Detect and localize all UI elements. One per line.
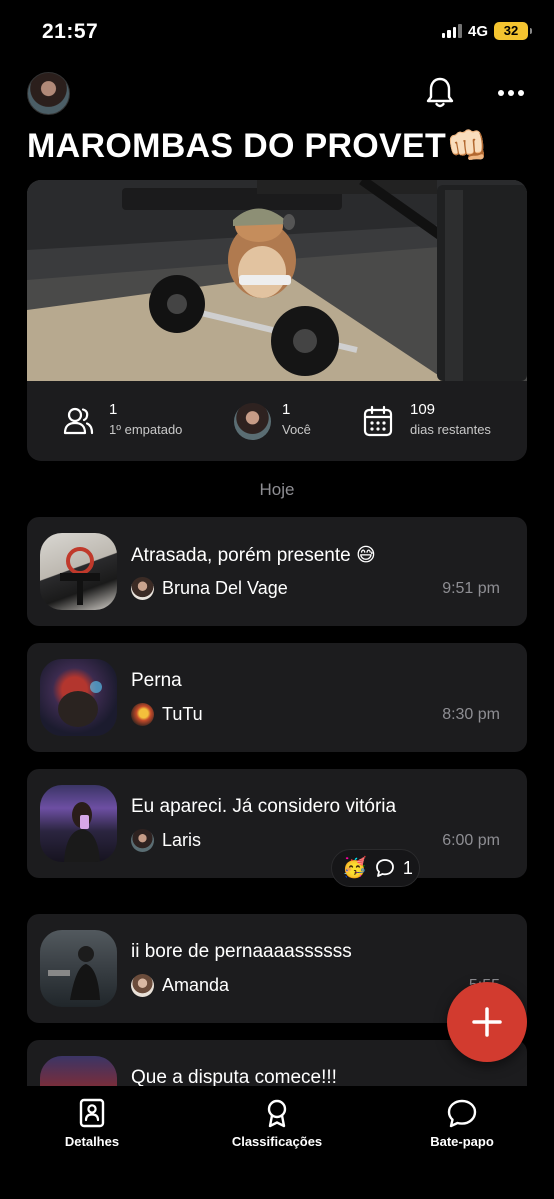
post-photo: [40, 930, 117, 1007]
bottom-tab-bar: Detalhes Classificações Bate-papo: [0, 1086, 554, 1199]
tab-label: Detalhes: [64, 1134, 120, 1149]
author-avatar: [131, 703, 154, 726]
user-avatar: [234, 403, 271, 440]
add-post-button[interactable]: [447, 982, 527, 1062]
stat-user: 1 Você: [282, 401, 311, 443]
post-title: Eu apareci. Já considero vitória: [131, 796, 397, 817]
post-title: Perna: [131, 670, 182, 691]
tab-label: Bate-papo: [430, 1134, 494, 1149]
post-author: Laris: [131, 829, 201, 852]
post-photo: [40, 533, 117, 610]
stat-user-value: 1: [282, 401, 291, 418]
post-author: Amanda: [131, 974, 229, 997]
challenge-card[interactable]: 1 1º empatado 1 Você 109 dias restantes: [27, 180, 527, 461]
tab-label: Classificações: [231, 1134, 323, 1149]
stat-ranking-value: 1: [109, 401, 118, 418]
post-author: TuTu: [131, 703, 203, 726]
stat-user-label: Você: [282, 422, 311, 437]
stats-row: 1 1º empatado 1 Você 109 dias restantes: [27, 381, 527, 461]
ribbon-icon: [267, 1099, 287, 1128]
stat-ranking-label: 1º empatado: [109, 422, 183, 437]
reaction-emoji: 🥳: [342, 857, 367, 879]
post-card[interactable]: Atrasada, porém presente 😅 Bruna Del Vag…: [27, 517, 527, 626]
author-name: Bruna Del Vage: [162, 578, 288, 598]
post-time: 6:00 pm: [442, 832, 500, 849]
post-author: Bruna Del Vage: [131, 577, 288, 600]
post-title: ii bore de pernaaaassssss: [131, 941, 352, 962]
author-avatar: [131, 974, 154, 997]
section-date-label: Hoje: [259, 480, 295, 499]
stat-days-label: dias restantes: [410, 422, 491, 437]
post-time: 8:30 pm: [442, 706, 500, 723]
scroll-content[interactable]: 1 1º empatado 1 Você 109 dias restantes: [0, 0, 554, 1086]
post-photo: [40, 1056, 117, 1086]
users-icon: [63, 407, 94, 435]
comment-count: 1: [402, 857, 413, 878]
post-photo: [40, 659, 117, 736]
author-name: Amanda: [162, 975, 230, 995]
stat-days-value: 109: [410, 401, 436, 418]
post-time: 9:51 pm: [442, 580, 500, 597]
stat-ranking: 1 1º empatado: [109, 401, 182, 443]
post-card[interactable]: Perna TuTu 8:30 pm: [27, 643, 527, 752]
plus-icon: [472, 1007, 502, 1037]
post-card[interactable]: Que a disputa comece!!!: [27, 1040, 527, 1086]
tab-bate-papo[interactable]: Bate-papo: [392, 1098, 532, 1149]
author-name: Laris: [162, 830, 202, 850]
post-title: Atrasada, porém presente 😅: [131, 545, 376, 566]
post-title: Que a disputa comece!!!: [131, 1067, 337, 1086]
tab-detalhes[interactable]: Detalhes: [22, 1098, 162, 1149]
author-avatar: [131, 577, 154, 600]
post-card[interactable]: Eu apareci. Já considero vitória Laris 6…: [27, 769, 527, 878]
comment-icon: [376, 859, 394, 877]
chat-bubble-icon: [447, 1099, 477, 1128]
stat-days: 109 dias restantes: [410, 401, 491, 443]
author-name: TuTu: [162, 704, 203, 724]
post-photo: [40, 785, 117, 862]
calendar-icon: [363, 405, 393, 437]
challenge-cover-image: [27, 180, 527, 381]
profile-book-icon: [79, 1098, 105, 1128]
reaction-pill[interactable]: 🥳 1: [331, 849, 420, 887]
author-avatar: [131, 829, 154, 852]
tab-classificacoes[interactable]: Classificações: [207, 1098, 347, 1149]
